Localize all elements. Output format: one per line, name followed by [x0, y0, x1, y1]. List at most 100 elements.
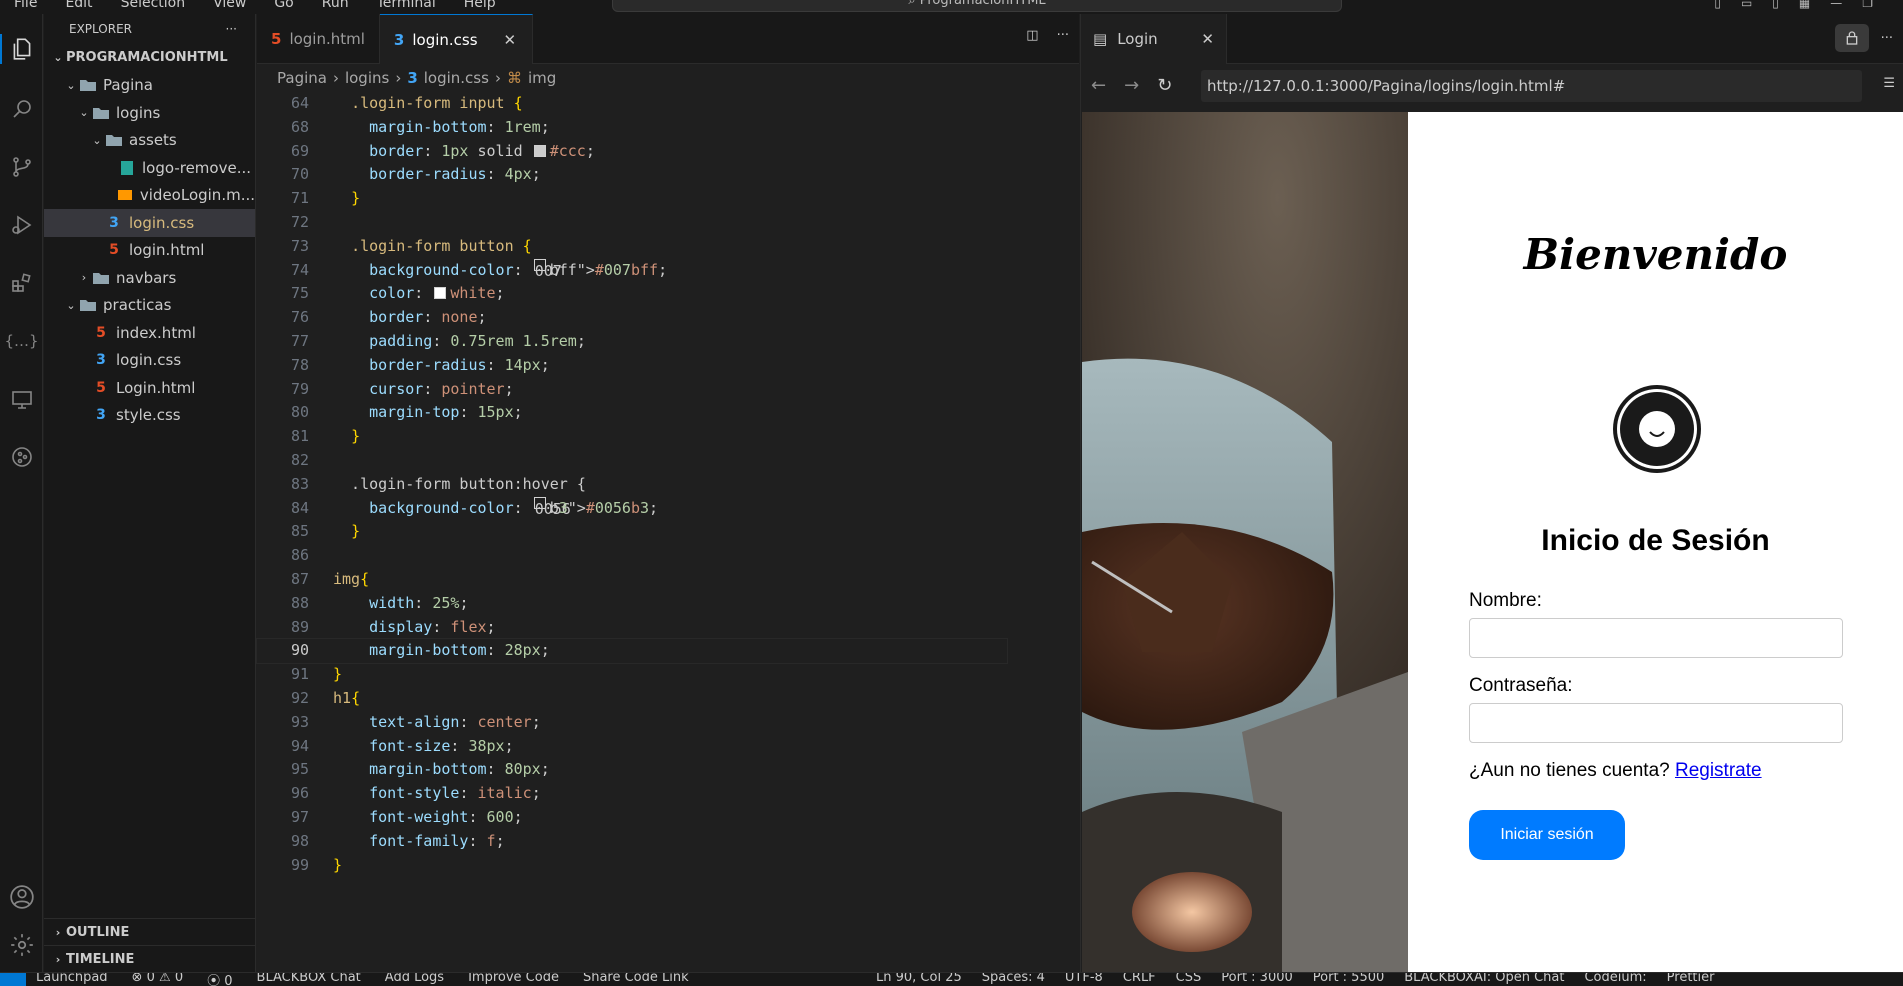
breadcrumb-item[interactable]: img — [528, 69, 556, 87]
outline-section[interactable]: › OUTLINE — [44, 918, 256, 945]
forward-arrow-icon[interactable]: → — [1124, 75, 1139, 96]
lock-icon[interactable] — [1834, 24, 1869, 52]
password-input[interactable] — [1469, 703, 1843, 743]
code-line[interactable]: 99} — [257, 854, 1007, 878]
menu-run[interactable]: Run — [308, 0, 363, 12]
remote-indicator-icon[interactable] — [0, 973, 26, 986]
code-line[interactable]: 95 margin-bottom: 80px; — [257, 758, 1007, 782]
tree-item[interactable]: 5 Login.html — [44, 374, 255, 402]
source-control-icon[interactable] — [0, 144, 43, 190]
tree-item[interactable]: 3 style.css — [44, 402, 255, 430]
timeline-section[interactable]: › TIMELINE — [44, 945, 256, 972]
code-line[interactable]: 71 } — [257, 187, 1007, 211]
close-icon[interactable]: ✕ — [504, 31, 517, 49]
menu-selection[interactable]: Selection — [107, 0, 200, 12]
minimize-icon[interactable]: — — [1830, 0, 1842, 10]
toggle-secondary-sidebar-icon[interactable]: ▯ — [1772, 0, 1779, 10]
code-line[interactable]: 97 font-weight: 600; — [257, 806, 1007, 830]
code-line[interactable]: 93 text-align: center; — [257, 711, 1007, 735]
breadcrumb-item[interactable]: login.css — [424, 69, 489, 87]
more-actions-icon[interactable]: ··· — [1881, 31, 1893, 46]
reload-icon[interactable]: ↻ — [1157, 75, 1172, 96]
code-line[interactable]: 75 color: white; — [257, 282, 1007, 306]
code-line[interactable]: 78 border-radius: 14px; — [257, 354, 1007, 378]
menu-view[interactable]: View — [199, 0, 260, 12]
status-ports[interactable]: ⦿ 0 — [207, 973, 232, 986]
more-actions-icon[interactable]: ··· — [1057, 28, 1069, 43]
url-input[interactable]: http://127.0.0.1:3000/Pagina/logins/logi… — [1201, 70, 1862, 102]
status-share-code-link[interactable]: Share Code Link — [583, 973, 689, 986]
status-cursor-position[interactable]: Ln 90, Col 25 — [876, 973, 962, 985]
code-line[interactable]: 81 } — [257, 425, 1007, 449]
explorer-icon[interactable] — [0, 26, 43, 72]
status-launchpad[interactable]: Launchpad — [36, 973, 108, 986]
menu-edit[interactable]: Edit — [51, 0, 106, 12]
status-port-5500[interactable]: Port : 5500 — [1313, 973, 1385, 985]
menu-file[interactable]: File — [0, 0, 51, 12]
code-line[interactable]: 79 cursor: pointer; — [257, 378, 1007, 402]
code-line[interactable]: 94 font-size: 38px; — [257, 735, 1007, 759]
code-line[interactable]: 64 .login-form input { — [257, 92, 1007, 116]
code-line[interactable]: 73 .login-form button { — [257, 235, 1007, 259]
status-problems[interactable]: ⊗ 0 ⚠ 0 — [132, 973, 184, 986]
json-braces-icon[interactable]: {…} — [0, 318, 43, 364]
status-eol[interactable]: CRLF — [1123, 973, 1156, 985]
code-line[interactable]: 87 img{ — [257, 568, 1007, 592]
extensions-icon[interactable] — [0, 260, 43, 306]
status-port-3000[interactable]: Port : 3000 — [1221, 973, 1293, 985]
tree-item[interactable]: 3 login.css — [44, 209, 255, 237]
status-improve-code[interactable]: Improve Code — [468, 973, 559, 986]
code-line[interactable]: 69 border: 1px solid #ccc; — [257, 140, 1007, 164]
tree-item[interactable]: 3 login.css — [44, 347, 255, 375]
tree-item[interactable]: ⌄ logins — [44, 99, 255, 127]
code-line[interactable]: 86 — [257, 544, 1007, 568]
tab-login-css[interactable]: 3 login.css ✕ — [379, 14, 534, 64]
code-line[interactable]: 70 border-radius: 4px; — [257, 163, 1007, 187]
tab-login-preview[interactable]: ▤ Login ✕ — [1081, 14, 1227, 64]
back-arrow-icon[interactable]: ← — [1091, 75, 1106, 96]
status-prettier[interactable]: Prettier — [1667, 973, 1715, 985]
run-debug-icon[interactable] — [0, 202, 43, 248]
code-line[interactable]: 83 .login-form button:hover { — [257, 473, 1007, 497]
code-line[interactable]: 91} — [257, 663, 1007, 687]
search-icon[interactable] — [0, 86, 43, 132]
breadcrumb-item[interactable]: logins — [345, 69, 389, 87]
code-line[interactable]: 84 background-color: 0056b3">#0056b3; — [257, 496, 1007, 521]
git-graph-icon[interactable] — [0, 434, 43, 480]
tree-item[interactable]: › navbars — [44, 264, 255, 292]
settings-gear-icon[interactable] — [0, 922, 43, 968]
code-line[interactable]: 96 font-style: italic; — [257, 782, 1007, 806]
login-submit-button[interactable]: Iniciar sesión — [1469, 810, 1625, 860]
status-codeium[interactable]: Codeium: — [1584, 973, 1646, 985]
tree-item[interactable]: ⌄ assets — [44, 127, 255, 155]
restore-icon[interactable]: ❐ — [1862, 0, 1873, 10]
code-line[interactable]: 85 } — [257, 520, 1007, 544]
close-icon[interactable]: ✕ — [1201, 30, 1214, 48]
command-center[interactable]: ⌕ ProgramacionHTML — [612, 0, 1342, 12]
code-line[interactable]: 77 padding: 0.75rem 1.5rem; — [257, 330, 1007, 354]
code-line[interactable]: 76 border: none; — [257, 306, 1007, 330]
status-blackboxai-open-chat[interactable]: BLACKBOXAI: Open Chat — [1404, 973, 1564, 985]
explorer-more-actions-icon[interactable]: ··· — [226, 22, 237, 36]
code-line[interactable]: 74 background-color: 007bff">#007bff; — [257, 258, 1007, 283]
status-blackbox-chat[interactable]: BLACKBOX Chat — [257, 973, 361, 986]
menu-icon[interactable]: ☰ — [1883, 76, 1895, 91]
code-editor[interactable]: 64 .login-form input {68 margin-bottom: … — [256, 92, 1008, 912]
menu-go[interactable]: Go — [260, 0, 307, 12]
tab-login-html[interactable]: 5 login.html — [257, 14, 380, 64]
code-line[interactable]: 68 margin-bottom: 1rem; — [257, 116, 1007, 140]
menu-terminal[interactable]: Terminal — [363, 0, 450, 12]
toggle-sidebar-icon[interactable]: ▯ — [1714, 0, 1721, 10]
status-language[interactable]: CSS — [1176, 973, 1202, 985]
remote-explorer-icon[interactable] — [0, 376, 43, 422]
code-line[interactable]: 98 font-family: f; — [257, 830, 1007, 854]
code-line[interactable]: 82 — [257, 449, 1007, 473]
tree-item[interactable]: videoLogin.m... — [44, 182, 255, 210]
tree-item[interactable]: logo-remove... — [44, 154, 255, 182]
tree-item[interactable]: ⌄ practicas — [44, 292, 255, 320]
tree-item[interactable]: 5 login.html — [44, 237, 255, 265]
register-link[interactable]: Registrate — [1675, 760, 1762, 781]
breadcrumb-item[interactable]: Pagina — [277, 69, 327, 87]
code-line[interactable]: 89 display: flex; — [257, 616, 1007, 640]
workspace-root[interactable]: ⌄ PROGRAMACIONHTML — [44, 44, 255, 72]
